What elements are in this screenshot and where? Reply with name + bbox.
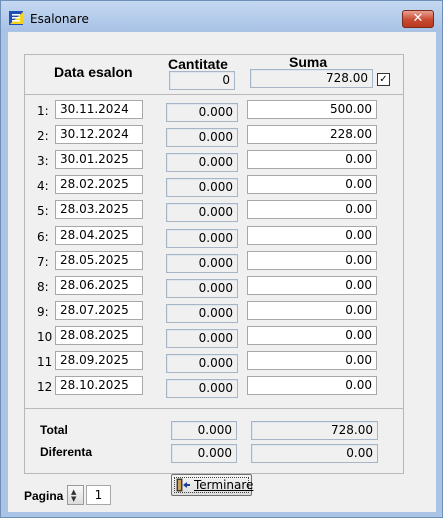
difference-label: Diferenta [40, 445, 93, 459]
checkmark-icon: ✓ [379, 74, 388, 85]
installment-quantity-field: 0.000 [166, 354, 238, 373]
installment-sum-input[interactable]: 0.00 [247, 200, 377, 219]
installment-sum-input[interactable]: 0.00 [247, 301, 377, 320]
exit-door-icon [176, 478, 190, 492]
page-spinner[interactable]: ▲ ▼ [67, 485, 84, 505]
installment-sum-input[interactable]: 0.00 [247, 150, 377, 169]
total-label: Total [40, 423, 68, 437]
row-number-label: 4: [37, 179, 49, 193]
installment-quantity-field: 0.000 [166, 329, 238, 348]
installment-date-input[interactable]: 28.03.2025 [55, 200, 143, 219]
page-label: Pagina [24, 489, 64, 503]
row-number-label: 9: [37, 305, 49, 319]
row-number-label: 7: [37, 255, 49, 269]
window-title: Esalonare [30, 12, 89, 26]
dialog-window: Esalonare ✕ Data esalon Cantitate Suma 0… [0, 0, 443, 518]
installment-sum-input[interactable]: 0.00 [247, 175, 377, 194]
finish-button-label: Terminare [194, 478, 254, 492]
row-number-label: 10 [37, 330, 53, 344]
installment-date-input[interactable]: 28.10.2025 [55, 376, 143, 395]
installment-date-input[interactable]: 28.06.2025 [55, 276, 143, 295]
installment-quantity-field: 0.000 [166, 203, 238, 222]
installment-quantity-field: 0.000 [166, 229, 238, 248]
quantity-column-header: Cantitate [168, 56, 228, 72]
installment-quantity-field: 0.000 [166, 254, 238, 273]
sum-checkbox[interactable]: ✓ [377, 73, 390, 86]
difference-quantity-field: 0.000 [171, 444, 237, 463]
installment-date-input[interactable]: 28.08.2025 [55, 326, 143, 345]
installment-quantity-field: 0.000 [166, 304, 238, 323]
installment-quantity-field: 0.000 [166, 379, 238, 398]
totals-divider [24, 408, 404, 409]
sum-column-header: Suma [289, 54, 328, 70]
title-bar[interactable]: Esalonare ✕ [1, 1, 442, 31]
installment-date-input[interactable]: 28.02.2025 [55, 175, 143, 194]
installment-sum-input[interactable]: 0.00 [247, 326, 377, 345]
row-number-label: 12 [37, 380, 53, 394]
installment-date-input[interactable]: 30.12.2024 [55, 125, 143, 144]
date-column-header: Data esalon [54, 64, 133, 80]
installment-date-input[interactable]: 28.05.2025 [55, 251, 143, 270]
app-document-icon [9, 11, 23, 25]
installment-date-input[interactable]: 30.01.2025 [55, 150, 143, 169]
row-number-label: 2: [37, 129, 49, 143]
close-button[interactable]: ✕ [402, 10, 434, 28]
installment-sum-input[interactable]: 0.00 [247, 251, 377, 270]
total-quantity-field: 0.000 [171, 421, 237, 440]
installment-sum-input[interactable]: 0.00 [247, 276, 377, 295]
installment-quantity-field: 0.000 [166, 279, 238, 298]
quantity-header-field: 0 [169, 71, 235, 90]
row-number-label: 8: [37, 280, 49, 294]
row-number-label: 1: [37, 104, 49, 118]
installment-date-input[interactable]: 28.07.2025 [55, 301, 143, 320]
installment-quantity-field: 0.000 [166, 153, 238, 172]
installment-date-input[interactable]: 28.04.2025 [55, 226, 143, 245]
row-number-label: 3: [37, 154, 49, 168]
installment-sum-input[interactable]: 0.00 [247, 351, 377, 370]
row-number-label: 6: [37, 230, 49, 244]
installment-quantity-field: 0.000 [166, 178, 238, 197]
sum-header-field: 728.00 [250, 69, 373, 88]
installment-sum-input[interactable]: 0.00 [247, 376, 377, 395]
installment-quantity-field: 0.000 [166, 128, 238, 147]
installment-sum-input[interactable]: 0.00 [247, 226, 377, 245]
page-number-field[interactable]: 1 [86, 485, 111, 505]
spin-down-icon[interactable]: ▼ [71, 496, 76, 503]
difference-sum-field: 0.00 [251, 444, 378, 463]
installment-quantity-field: 0.000 [166, 103, 238, 122]
installment-date-input[interactable]: 28.09.2025 [55, 351, 143, 370]
installment-date-input[interactable]: 30.11.2024 [55, 100, 143, 119]
header-divider [24, 94, 404, 95]
installment-sum-input[interactable]: 500.00 [247, 100, 377, 119]
installment-sum-input[interactable]: 228.00 [247, 125, 377, 144]
total-sum-field: 728.00 [251, 421, 378, 440]
row-number-label: 11 [37, 355, 53, 369]
finish-button[interactable]: Terminare [171, 474, 254, 496]
row-number-label: 5: [37, 204, 49, 218]
